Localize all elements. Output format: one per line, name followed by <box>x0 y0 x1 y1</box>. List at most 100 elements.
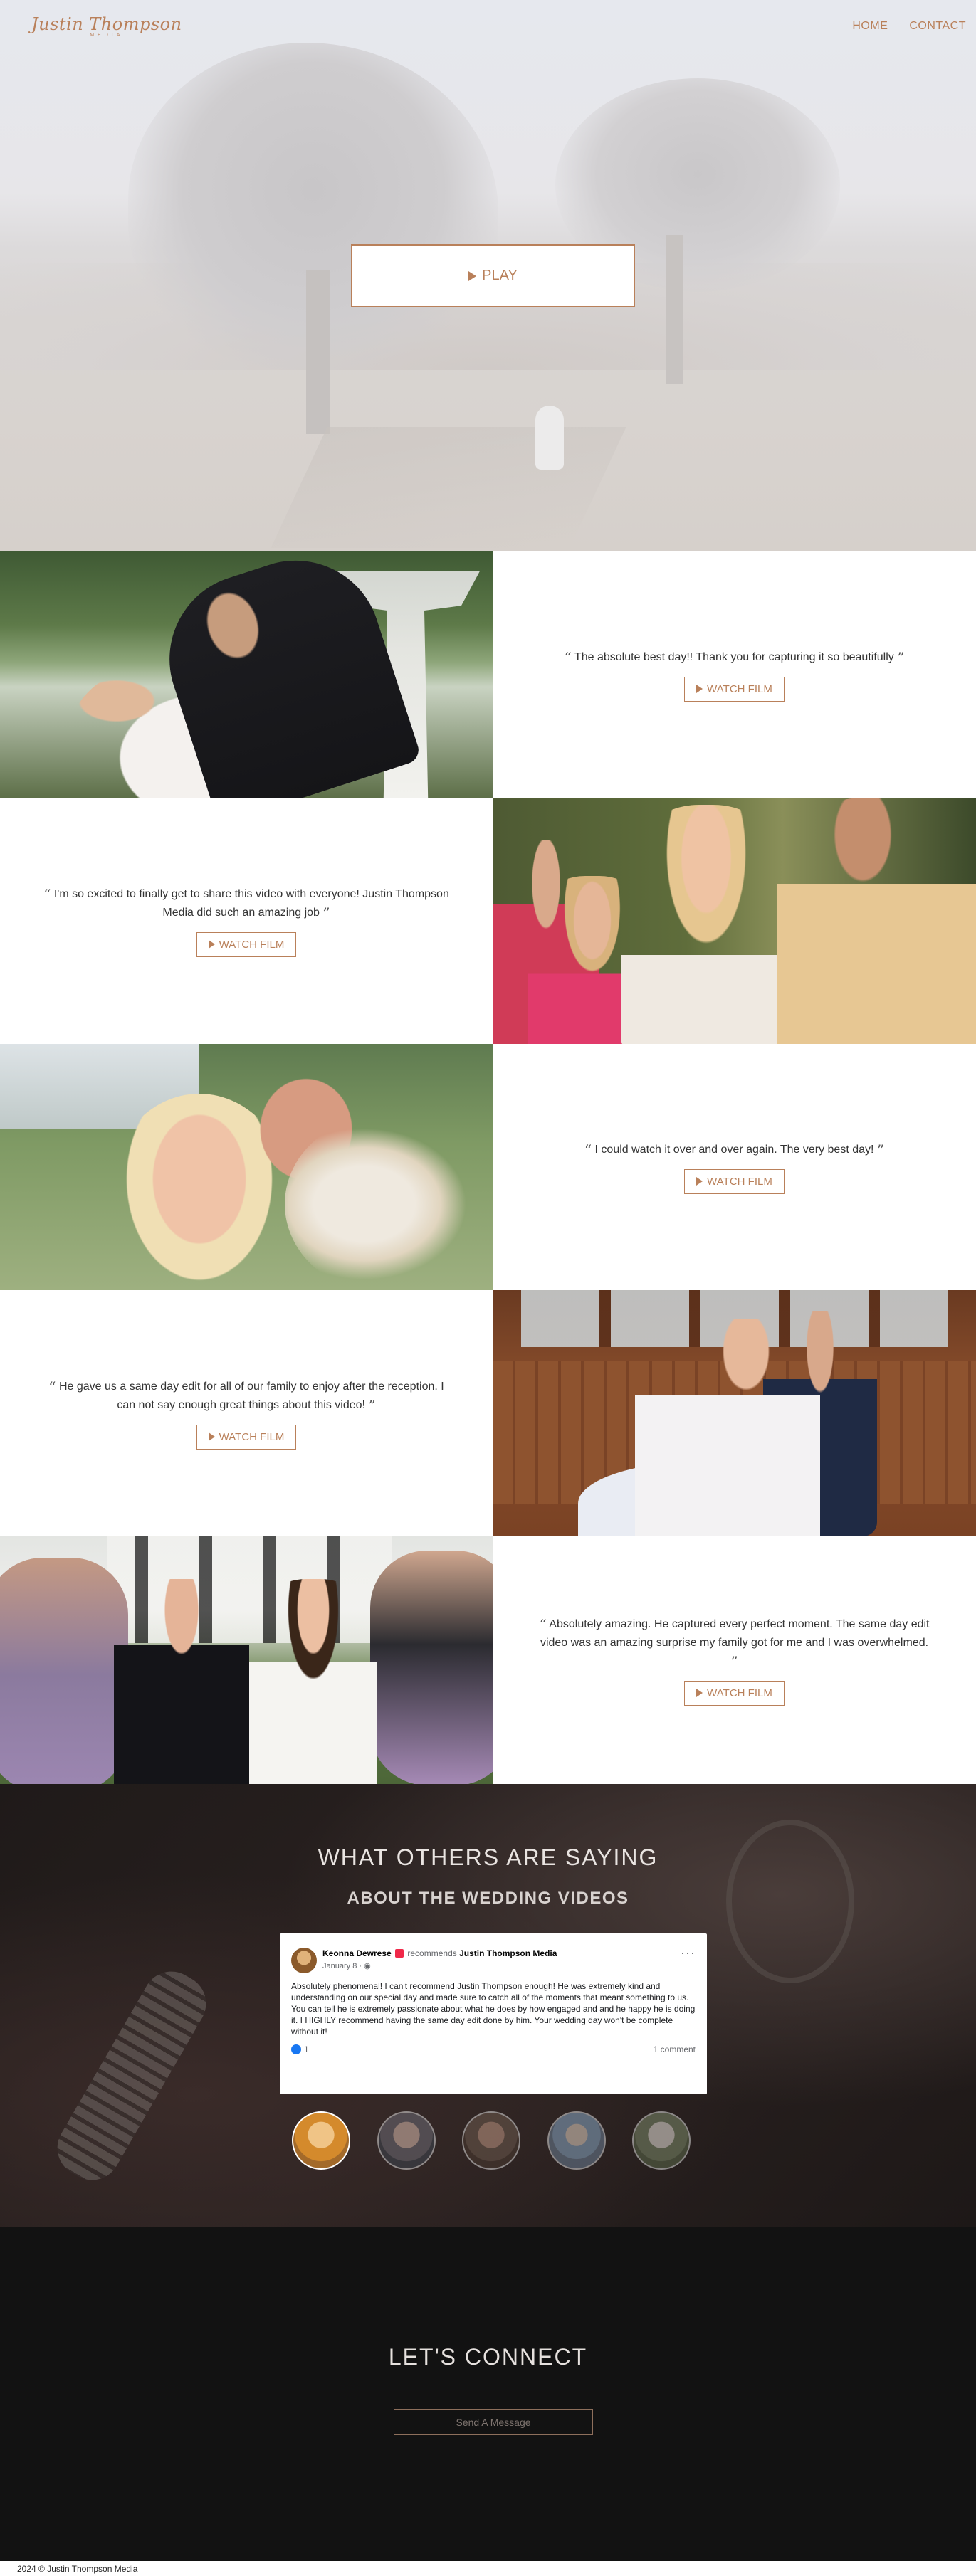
film-text-4: “ He gave us a same day edit for all of … <box>0 1290 493 1536</box>
logo[interactable]: Justin Thompson MEDIA <box>31 14 182 38</box>
like-count-text: 1 <box>304 2044 309 2054</box>
testimonial-avatar-2[interactable] <box>377 2111 436 2170</box>
hero-trunk-large <box>306 270 330 434</box>
nav-home-link[interactable]: HOME <box>852 20 888 33</box>
play-icon <box>208 940 215 949</box>
reviewer-avatar[interactable] <box>291 1948 317 1973</box>
bride <box>635 1319 820 1536</box>
open-quote-mark: “ <box>43 885 51 903</box>
testimonials-title: WHAT OTHERS ARE SAYING <box>318 1844 658 1870</box>
pearl-bracelet <box>47 1960 216 2191</box>
hero-tree-shadow <box>271 427 626 548</box>
close-quote-mark: ” <box>876 1141 885 1158</box>
close-quote-mark: ” <box>368 1396 376 1414</box>
comment-count[interactable]: 1 comment <box>654 2044 696 2054</box>
open-quote-mark: “ <box>48 1378 56 1395</box>
site-header: Justin Thompson MEDIA HOME CONTACT <box>0 0 976 53</box>
groom <box>777 798 976 1044</box>
watch-film-label: WATCH FILM <box>219 938 285 951</box>
film-row-1: “ The absolute best day!! Thank you for … <box>0 551 976 798</box>
film-photo-1[interactable] <box>0 551 493 798</box>
testimonials-section: WHAT OTHERS ARE SAYING ABOUT THE WEDDING… <box>0 1784 976 2227</box>
nav-contact-link[interactable]: CONTACT <box>909 20 966 33</box>
watch-film-label: WATCH FILM <box>219 1430 285 1443</box>
review-footer: 1 1 comment <box>291 2044 696 2054</box>
film-quote-text: He gave us a same day edit for all of ou… <box>58 1380 444 1411</box>
review-body: Absolutely phenomenal! I can't recommend… <box>291 1981 696 2037</box>
testimonial-avatar-5[interactable] <box>632 2111 691 2170</box>
play-icon <box>208 1432 215 1441</box>
watch-film-button-2[interactable]: WATCH FILM <box>196 931 297 957</box>
connect-title: LET'S CONNECT <box>388 2344 588 2370</box>
open-quote-mark: “ <box>564 648 572 666</box>
hero-couple <box>535 406 564 470</box>
guests-left <box>0 1558 128 1784</box>
film-row-4: “ He gave us a same day edit for all of … <box>0 1290 976 1536</box>
film-photo-4[interactable] <box>493 1290 976 1536</box>
film-quote-text: The absolute best day!! Thank you for ca… <box>574 650 894 663</box>
watch-film-button-5[interactable]: WATCH FILM <box>684 1680 785 1706</box>
bouquet <box>285 1115 484 1290</box>
film-photo-3[interactable] <box>0 1044 493 1290</box>
connect-section: LET'S CONNECT Send A Message <box>0 2227 976 2561</box>
globe-icon: ◉ <box>364 1962 371 1970</box>
more-options-icon[interactable]: ··· <box>681 1946 696 1959</box>
guests-right <box>370 1551 493 1784</box>
watch-film-button-3[interactable]: WATCH FILM <box>684 1168 785 1194</box>
testimonial-avatar-nav <box>292 2111 691 2170</box>
like-count[interactable]: 1 <box>291 2044 309 2054</box>
film-row-2: “ I'm so excited to finally get to share… <box>0 798 976 1044</box>
film-text-5: “ Absolutely amazing. He captured every … <box>493 1536 976 1784</box>
review-header: Keonna Dewrese recommends Justin Thompso… <box>291 1946 696 1973</box>
film-quote-5: “ Absolutely amazing. He captured every … <box>535 1615 933 1671</box>
film-quote-3: “ I could watch it over and over again. … <box>584 1141 884 1159</box>
film-text-2: “ I'm so excited to finally get to share… <box>0 798 493 1044</box>
copyright-text: 2024 © Justin Thompson Media <box>17 2564 138 2574</box>
close-quote-mark: ” <box>730 1652 738 1670</box>
send-message-button[interactable]: Send A Message <box>394 2409 593 2435</box>
close-quote-mark: ” <box>897 648 905 666</box>
groom <box>114 1579 249 1784</box>
watch-film-button-1[interactable]: WATCH FILM <box>684 676 785 702</box>
bride <box>249 1579 377 1784</box>
page-name[interactable]: Justin Thompson Media <box>459 1948 557 1958</box>
reviewer-name[interactable]: Keonna Dewrese <box>322 1948 392 1958</box>
watch-film-button-4[interactable]: WATCH FILM <box>196 1424 297 1450</box>
film-photo-5[interactable] <box>0 1536 493 1784</box>
logo-main: Justin Thompson <box>31 14 182 34</box>
open-quote-mark: “ <box>539 1615 547 1633</box>
site-footer: 2024 © Justin Thompson Media <box>0 2561 976 2576</box>
play-label: PLAY <box>482 268 518 283</box>
film-row-5: “ Absolutely amazing. He captured every … <box>0 1536 976 1784</box>
film-row-3: “ I could watch it over and over again. … <box>0 1044 976 1290</box>
film-photo-2[interactable] <box>493 798 976 1044</box>
review-date-text: January 8 · <box>322 1962 364 1970</box>
film-quote-text: Absolutely amazing. He captured every pe… <box>540 1617 930 1649</box>
film-quote-2: “ I'm so excited to finally get to share… <box>43 885 450 922</box>
film-text-3: “ I could watch it over and over again. … <box>493 1044 976 1290</box>
testimonials-subtitle: ABOUT THE WEDDING VIDEOS <box>347 1889 629 1908</box>
play-icon <box>696 1177 703 1186</box>
review-date[interactable]: January 8 · ◉ <box>322 1961 675 1970</box>
watch-film-label: WATCH FILM <box>707 1686 772 1699</box>
main-nav: HOME CONTACT <box>852 20 966 33</box>
play-icon <box>468 270 477 281</box>
play-icon <box>696 685 703 693</box>
review-line: Keonna Dewrese recommends Justin Thompso… <box>322 1948 675 1959</box>
review-meta: Keonna Dewrese recommends Justin Thompso… <box>322 1948 675 1970</box>
film-quote-4: “ He gave us a same day edit for all of … <box>43 1378 450 1415</box>
play-icon <box>696 1689 703 1697</box>
open-quote-mark: “ <box>584 1141 592 1158</box>
like-icon <box>291 2044 301 2054</box>
testimonial-avatar-3[interactable] <box>462 2111 520 2170</box>
testimonial-avatar-1[interactable] <box>292 2111 350 2170</box>
film-quote-text: I could watch it over and over again. Th… <box>594 1143 874 1156</box>
hero-video-section: PLAY <box>0 0 976 551</box>
facebook-review-card: Keonna Dewrese recommends Justin Thompso… <box>280 1933 707 2094</box>
bride <box>621 805 792 1044</box>
watch-film-label: WATCH FILM <box>707 682 772 695</box>
play-button[interactable]: PLAY <box>351 244 635 307</box>
recommends-text: recommends <box>407 1948 457 1958</box>
testimonial-avatar-4[interactable] <box>547 2111 606 2170</box>
film-quote-text: I'm so excited to finally get to share t… <box>53 887 449 919</box>
